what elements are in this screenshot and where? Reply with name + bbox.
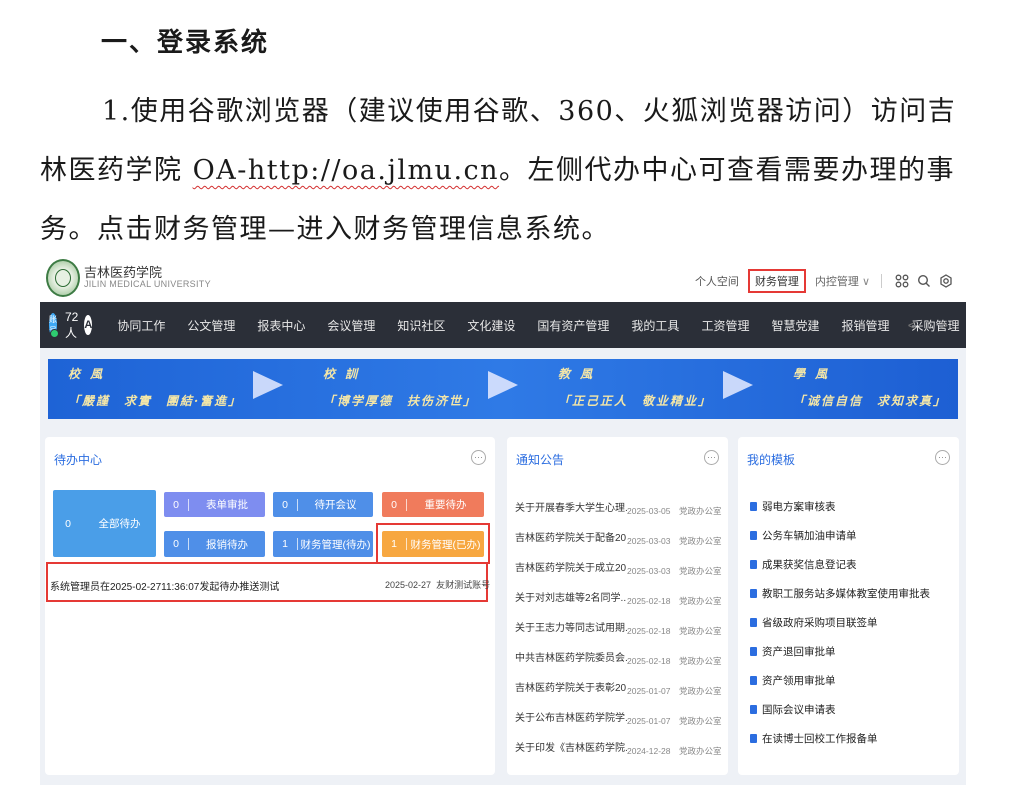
important-todo-tile[interactable]: 0 重要待办 <box>382 492 484 517</box>
document-icon <box>750 531 757 540</box>
banner-arrow-icon <box>488 371 518 399</box>
card-title: 通知公告 <box>516 453 565 467</box>
template-item[interactable]: 国际会议申请表 <box>750 702 836 717</box>
nav-item[interactable]: 报销管理 <box>841 317 889 334</box>
nav-scroll-arrows[interactable]: < > <box>908 317 958 333</box>
nav-item[interactable]: 报表中心 <box>257 317 305 334</box>
document-icon <box>750 676 757 685</box>
finance-pending-tile[interactable]: 1 财务管理(待办) <box>273 531 373 557</box>
doc-paragraph: 1.使用谷歌浏览器（建议使用谷歌、360、火狐浏览器访问）访问吉林医药学院 OA… <box>40 82 970 259</box>
oa-url[interactable]: OA-http://oa.jlmu.cn <box>193 155 499 186</box>
template-item[interactable]: 成果获奖信息登记表 <box>750 557 857 572</box>
notice-item[interactable]: 吉林医药学院关于配备20...2025-03-03 党政办公室 <box>515 529 722 547</box>
notice-item[interactable]: 吉林医药学院关于表彰20...2025-01-07 党政办公室 <box>515 679 722 697</box>
internal-control-link[interactable]: 内控管理 ∨ <box>810 271 875 291</box>
brand-name-en: JILIN MEDICAL UNIVERSITY <box>84 279 211 289</box>
more-icon[interactable]: ··· <box>471 450 486 465</box>
document-icon <box>750 560 757 569</box>
nav-item[interactable]: 智慧党建 <box>771 317 819 334</box>
card-title: 待办中心 <box>54 453 103 467</box>
motto-block: 校 風「嚴謹 求實 團結·奮進」 <box>68 367 243 408</box>
document-icon <box>750 705 757 714</box>
notice-item[interactable]: 关于对刘志雄等2名同学...2025-02-18 党政办公室 <box>515 589 722 607</box>
nav-item[interactable]: 协同工作 <box>117 317 165 334</box>
document-icon <box>750 618 757 627</box>
oa-navbar: 账号 72人 A 协同工作 公文管理 报表中心 会议管理 知识社区 文化建设 国… <box>40 302 966 348</box>
notice-item[interactable]: 关于公布吉林医药学院学...2025-01-07 党政办公室 <box>515 709 722 727</box>
template-item[interactable]: 公务车辆加油申请单 <box>750 528 857 543</box>
document-icon <box>750 502 757 511</box>
template-card: 我的模板 ··· 弱电方案审核表 公务车辆加油申请单 成果获奖信息登记表 教职工… <box>738 437 959 775</box>
reimbursement-todo-tile[interactable]: 0 报销待办 <box>164 531 265 557</box>
todo-item-text[interactable]: 系统管理员在2025-02-2711:36:07发起待办推送测试 <box>50 578 279 593</box>
nav-item[interactable]: 会议管理 <box>327 317 375 334</box>
more-icon[interactable]: ··· <box>704 450 719 465</box>
user-avatar[interactable]: 账号 <box>49 313 59 338</box>
document-icon <box>750 589 757 598</box>
oa-topbar: 吉林医药学院 JILIN MEDICAL UNIVERSITY 个人空间 财务管… <box>40 255 966 302</box>
todo-item-meta: 2025-02-27 友财测试账号 <box>385 580 491 590</box>
template-item[interactable]: 教职工服务站多媒体教室使用审批表 <box>750 586 930 601</box>
notice-card: 通知公告 ··· 关于开展春季大学生心理...2025-03-05 党政办公室 吉… <box>507 437 728 775</box>
doc-heading: 一、登录系统 <box>101 28 270 58</box>
online-count: 72人 <box>65 309 79 340</box>
nav-item[interactable]: 国有资产管理 <box>537 317 609 334</box>
all-todo-tile[interactable]: 0 全部待办 <box>53 490 156 557</box>
banner-arrow-icon <box>253 371 283 399</box>
nav-item[interactable]: 我的工具 <box>631 317 679 334</box>
document-icon <box>750 734 757 743</box>
motto-block: 教 風「正己正人 敬业精业」 <box>558 367 713 408</box>
finance-management-link[interactable]: 财务管理 <box>747 269 806 293</box>
oa-screenshot: 吉林医药学院 JILIN MEDICAL UNIVERSITY 个人空间 财务管… <box>40 255 966 785</box>
highlight-box <box>376 523 490 564</box>
top-links: 个人空间 财务管理 内控管理 ∨ <box>686 269 954 293</box>
banner-arrow-icon <box>723 371 753 399</box>
notice-item[interactable]: 关于王志力等同志试用期...2025-02-18 党政办公室 <box>515 619 722 637</box>
personal-space-link[interactable]: 个人空间 <box>690 271 744 291</box>
more-icon[interactable]: ··· <box>935 450 950 465</box>
pending-meeting-tile[interactable]: 0 待开会议 <box>273 492 373 517</box>
nav-item[interactable]: 公文管理 <box>187 317 235 334</box>
nav-item[interactable]: 知识社区 <box>397 317 445 334</box>
card-title: 我的模板 <box>747 453 796 467</box>
nav-item[interactable]: 工资管理 <box>701 317 749 334</box>
motto-banner: 校 風「嚴謹 求實 團結·奮進」 校 訓「博学厚德 扶伤济世」 教 風「正己正人… <box>48 359 958 419</box>
motto-block: 學 風「诚信自信 求知求真」 <box>793 367 948 408</box>
chevron-down-icon: ∨ <box>861 276 870 288</box>
template-item[interactable]: 资产领用审批单 <box>750 673 836 688</box>
motto-block: 校 訓「博学厚德 扶伤济世」 <box>323 367 478 408</box>
divider <box>881 274 882 288</box>
notice-item[interactable]: 关于印发《吉林医药学院...2024-12-28 党政办公室 <box>515 739 722 757</box>
form-approval-tile[interactable]: 0 表单审批 <box>164 492 265 517</box>
template-item[interactable]: 省级政府采购项目联签单 <box>750 615 878 630</box>
university-logo <box>46 259 80 297</box>
notice-item[interactable]: 吉林医药学院关于成立20...2025-03-03 党政办公室 <box>515 559 722 577</box>
template-item[interactable]: 资产退回审批单 <box>750 644 836 659</box>
template-item[interactable]: 弱电方案审核表 <box>750 499 836 514</box>
notice-item[interactable]: 中共吉林医药学院委员会...2025-02-18 党政办公室 <box>515 649 722 667</box>
nav-item[interactable]: 文化建设 <box>467 317 515 334</box>
template-item[interactable]: 在读博士回校工作报备单 <box>750 731 878 746</box>
compass-icon[interactable]: A <box>84 315 93 335</box>
todo-center-card: 待办中心 ··· 0 全部待办 0 表单审批 0 待开会议 0 重要待办 0 报销待办 1… <box>45 437 495 775</box>
search-icon[interactable] <box>916 273 932 289</box>
notice-item[interactable]: 关于开展春季大学生心理...2025-03-05 党政办公室 <box>515 499 722 517</box>
apps-icon[interactable] <box>894 273 910 289</box>
document-icon <box>750 647 757 656</box>
settings-icon[interactable] <box>938 273 954 289</box>
